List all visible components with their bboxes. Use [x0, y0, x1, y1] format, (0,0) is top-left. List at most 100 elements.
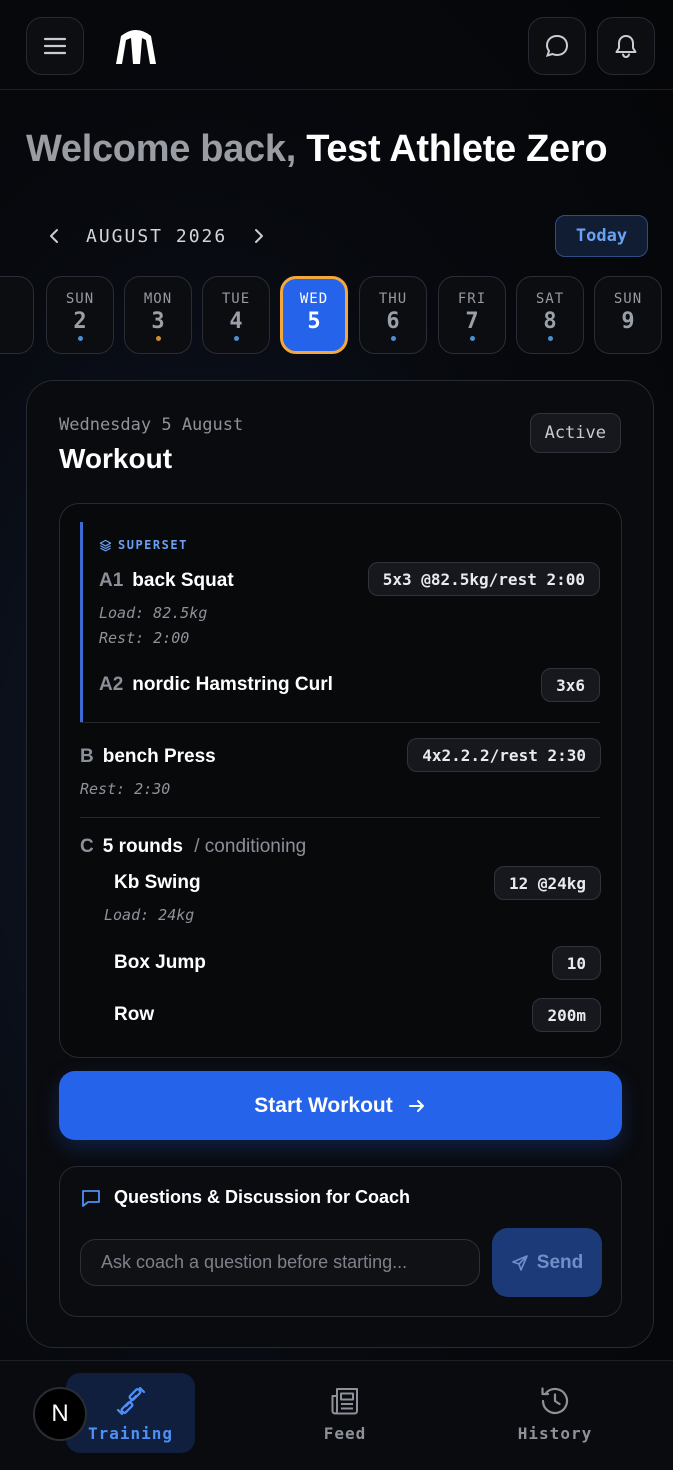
day-sun-9[interactable]: SUN 9: [594, 276, 662, 354]
workout-card: Wednesday 5 August Workout Active SUPERS…: [26, 380, 654, 1348]
newspaper-icon: [331, 1387, 358, 1414]
arrow-right-icon: [408, 1099, 424, 1112]
discussion-title: Questions & Discussion for Coach: [80, 1187, 410, 1208]
day-indicator-dot: [78, 336, 83, 341]
day-name: THU: [378, 291, 408, 307]
rest-text: Rest: 2:00: [99, 629, 190, 647]
prescription-badge: 3x6: [541, 668, 600, 702]
day-sat-8[interactable]: SAT 8: [516, 276, 584, 354]
send-button[interactable]: Send: [492, 1228, 602, 1297]
workout-title: Workout: [59, 443, 173, 474]
day-indicator-dot: [156, 336, 161, 341]
day-indicator-dot: [391, 336, 396, 341]
chevron-right-icon: [255, 229, 264, 243]
day-sun-2[interactable]: SUN 2: [46, 276, 114, 354]
day-number: 6: [386, 309, 400, 334]
nav-training-label: Training: [87, 1423, 174, 1443]
day-tue-4[interactable]: TUE 4: [202, 276, 270, 354]
day-strip: SUN 2 MON 3 TUE 4 WED 5 THU 6 FRI 7 SAT …: [0, 276, 673, 354]
exercise-kb-swing[interactable]: Kb Swing: [114, 872, 201, 894]
circuit-type: / conditioning: [194, 836, 307, 857]
day-fri-7[interactable]: FRI 7: [438, 276, 506, 354]
exercise-box-jump[interactable]: Box Jump: [114, 952, 206, 974]
prescription-badge: 4x2.2.2/rest 2:30: [407, 738, 601, 772]
welcome-prefix: Welcome back,: [26, 128, 296, 170]
day-number: 2: [73, 309, 87, 334]
day-number: 3: [151, 309, 165, 334]
athlete-name: Test Athlete Zero: [306, 128, 608, 170]
divider: [80, 722, 600, 723]
menu-button[interactable]: [26, 17, 84, 75]
bell-icon: [615, 35, 637, 59]
day-number: 8: [543, 309, 557, 334]
avatar[interactable]: N: [33, 1387, 87, 1441]
day-name: FRI: [457, 291, 487, 307]
previous-month-button[interactable]: [40, 222, 68, 250]
day-name: MON: [143, 291, 173, 307]
exercise-name: bench Press: [102, 746, 216, 767]
exercise-code: B: [80, 746, 94, 767]
messages-button[interactable]: [528, 17, 586, 75]
load-text: Load: 82.5kg: [99, 604, 208, 622]
superset-text: SUPERSET: [118, 538, 188, 552]
prescription-badge: 12 @24kg: [493, 866, 601, 900]
day-wed-5-selected[interactable]: WED 5: [280, 276, 348, 354]
month-label: AUGUST 2026: [86, 225, 228, 247]
status-badge: Active: [529, 413, 621, 453]
prescription-badge: 10: [551, 946, 601, 980]
day-name: TUE: [221, 291, 251, 307]
prescription-badge: 200m: [532, 998, 601, 1032]
history-clock-icon: [541, 1386, 569, 1414]
day-name: SUN: [613, 291, 643, 307]
hamburger-icon: [43, 37, 67, 55]
month-navigation: AUGUST 2026: [40, 218, 273, 254]
exercise-code: A2: [99, 674, 124, 695]
welcome-heading: Welcome back, Test Athlete Zero: [26, 128, 608, 171]
day-indicator-dot: [470, 336, 475, 341]
day-number: 9: [621, 309, 635, 334]
day-indicator-dot: [548, 336, 553, 341]
day-partial[interactable]: [0, 276, 34, 354]
exercise-code: C: [80, 836, 94, 857]
exercise-a1[interactable]: A1 back Squat: [99, 570, 234, 592]
load-text: Load: 24kg: [104, 906, 195, 924]
nav-feed-label: Feed: [323, 1423, 367, 1443]
day-number: 5: [307, 309, 321, 334]
exercise-code: A1: [99, 570, 124, 591]
send-icon: [511, 1254, 528, 1271]
day-number: 7: [465, 309, 479, 334]
coach-discussion-panel: Questions & Discussion for Coach Send: [59, 1166, 622, 1317]
exercise-row[interactable]: Row: [114, 1004, 154, 1026]
circuit-c-header: C 5 rounds / conditioning: [80, 836, 306, 858]
divider: [80, 817, 600, 818]
exercise-b[interactable]: Bbench Press: [80, 746, 216, 768]
day-mon-3[interactable]: MON 3: [124, 276, 192, 354]
dumbbell-icon: [116, 1386, 145, 1415]
day-name: WED: [299, 291, 329, 307]
exercise-name: back Squat: [132, 570, 234, 591]
day-indicator-dot: [234, 336, 239, 341]
today-button[interactable]: Today: [555, 215, 648, 257]
message-square-icon: [82, 1189, 100, 1207]
exercise-list: SUPERSET A1 back Squat 5x3 @82.5kg/rest 2…: [59, 503, 622, 1058]
chat-bubble-icon: [545, 34, 569, 58]
next-month-button[interactable]: [245, 222, 273, 250]
day-thu-6[interactable]: THU 6: [359, 276, 427, 354]
start-workout-button[interactable]: Start Workout: [59, 1071, 622, 1140]
notifications-button[interactable]: [597, 17, 655, 75]
day-number: 4: [229, 309, 243, 334]
chevron-left-icon: [50, 229, 58, 243]
layers-icon: [99, 539, 112, 551]
day-name: SAT: [535, 291, 565, 307]
nav-feed[interactable]: Feed: [290, 1373, 400, 1453]
nav-history-label: History: [517, 1423, 593, 1443]
rounds-text: 5 rounds: [102, 836, 183, 857]
bottom-navigation: Training N Feed History: [0, 1360, 673, 1470]
exercise-a2[interactable]: A2 nordic Hamstring Curl: [99, 674, 333, 696]
start-workout-label: Start Workout: [254, 1093, 393, 1117]
nav-history[interactable]: History: [500, 1373, 610, 1453]
app-header: [0, 0, 673, 90]
coach-question-input[interactable]: [80, 1239, 480, 1286]
superset-block: SUPERSET A1 back Squat 5x3 @82.5kg/rest 2…: [80, 522, 600, 722]
rest-text: Rest: 2:30: [80, 780, 171, 798]
